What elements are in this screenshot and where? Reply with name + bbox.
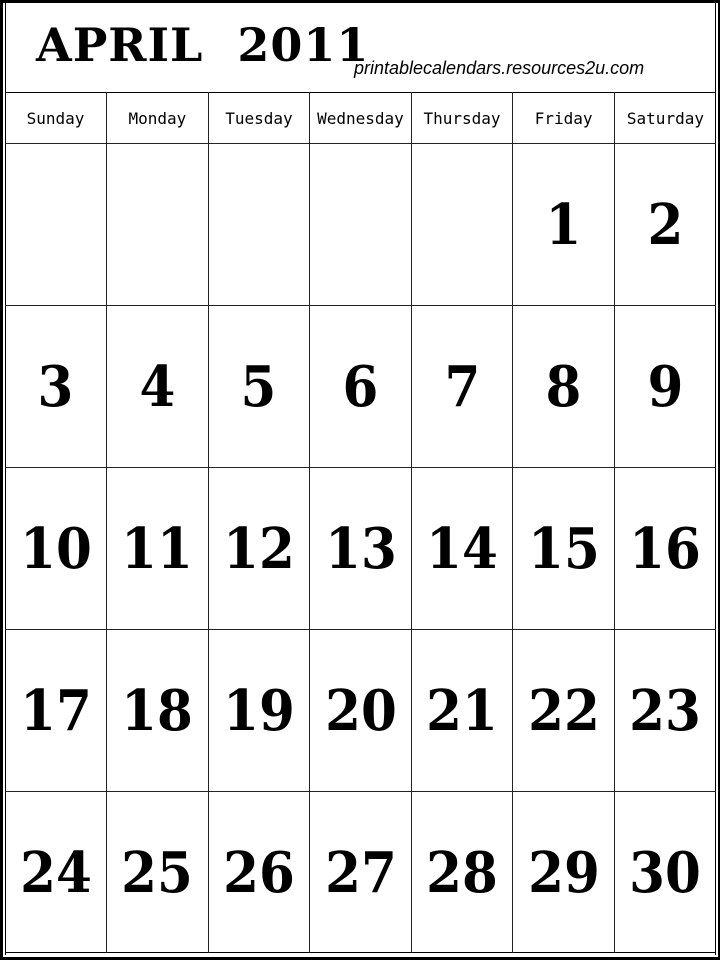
day-number: 1 — [545, 191, 582, 258]
calendar-title: APRIL 2011 — [36, 18, 370, 72]
day-number: 23 — [629, 677, 702, 744]
day-number: 26 — [223, 839, 295, 906]
day-cell — [106, 143, 209, 306]
day-number: 30 — [629, 839, 702, 906]
day-number: 19 — [223, 677, 295, 744]
weekday-header: Sunday — [5, 92, 108, 144]
day-number: 29 — [527, 839, 600, 906]
day-cell: 12 — [207, 467, 311, 630]
day-number: 20 — [324, 677, 397, 744]
day-number: 6 — [342, 353, 379, 420]
calendar-grid: Sunday Monday Tuesday Wednesday Thursday… — [5, 92, 716, 953]
day-number: 2 — [647, 191, 684, 258]
day-cell: 28 — [410, 791, 514, 953]
day-cell: 1 — [512, 143, 615, 306]
day-number: 12 — [223, 515, 295, 582]
calendar-weeks: 1 2 3 4 5 6 7 8 9 10 11 12 13 14 15 16 1… — [5, 143, 716, 953]
day-number: 7 — [444, 353, 480, 420]
week-row: 10 11 12 13 14 15 16 — [5, 467, 716, 630]
day-number: 15 — [527, 515, 600, 582]
day-cell: 2 — [613, 143, 716, 306]
day-number: 9 — [647, 353, 684, 420]
weekday-header: Thursday — [410, 92, 514, 144]
day-cell: 21 — [410, 629, 514, 792]
day-number: 11 — [121, 515, 194, 582]
day-number: 28 — [426, 839, 498, 906]
day-number: 21 — [426, 677, 498, 744]
day-cell: 20 — [309, 629, 412, 792]
day-cell: 10 — [5, 467, 108, 630]
day-number: 27 — [324, 839, 397, 906]
weekday-header: Saturday — [613, 92, 716, 144]
day-number: 3 — [37, 353, 74, 420]
day-number: 13 — [324, 515, 397, 582]
day-cell: 23 — [613, 629, 716, 792]
day-cell: 26 — [207, 791, 311, 953]
day-number: 22 — [527, 677, 600, 744]
day-cell: 9 — [613, 305, 716, 468]
day-number: 16 — [629, 515, 702, 582]
day-cell: 18 — [106, 629, 209, 792]
day-cell: 22 — [512, 629, 615, 792]
day-cell: 11 — [106, 467, 209, 630]
week-row: 24 25 26 27 28 29 30 — [5, 791, 716, 953]
day-cell: 25 — [106, 791, 209, 953]
day-cell — [309, 143, 412, 306]
day-cell: 29 — [512, 791, 615, 953]
frame-border-top — [0, 0, 720, 3]
day-cell: 8 — [512, 305, 615, 468]
weekday-header: Tuesday — [207, 92, 311, 144]
frame-border-left — [0, 0, 3, 960]
weekday-header-row: Sunday Monday Tuesday Wednesday Thursday… — [5, 92, 716, 144]
weekday-header: Wednesday — [309, 92, 412, 144]
website-credit: printablecalendars.resources2u.com — [354, 58, 645, 78]
day-cell: 15 — [512, 467, 615, 630]
calendar-page: APRIL 2011 printablecalendars.resources2… — [0, 0, 720, 960]
week-row: 3 4 5 6 7 8 9 — [5, 305, 716, 468]
day-number: 8 — [545, 353, 582, 420]
day-cell: 17 — [5, 629, 108, 792]
day-cell: 16 — [613, 467, 716, 630]
day-cell: 5 — [207, 305, 311, 468]
day-cell: 4 — [106, 305, 209, 468]
day-cell — [5, 143, 108, 306]
day-number: 25 — [121, 839, 194, 906]
day-cell: 7 — [410, 305, 514, 468]
day-number: 5 — [240, 353, 277, 420]
day-number: 24 — [19, 839, 92, 906]
day-number: 14 — [426, 515, 498, 582]
week-row: 17 18 19 20 21 22 23 — [5, 629, 716, 792]
day-cell: 19 — [207, 629, 311, 792]
weekday-header: Monday — [106, 92, 209, 144]
day-cell: 27 — [309, 791, 412, 953]
day-cell: 30 — [613, 791, 716, 953]
day-number: 10 — [19, 515, 92, 582]
day-cell: 6 — [309, 305, 412, 468]
day-number: 18 — [121, 677, 194, 744]
day-cell: 24 — [5, 791, 108, 953]
week-row: 1 2 — [5, 143, 716, 306]
day-cell — [207, 143, 311, 306]
day-cell: 3 — [5, 305, 108, 468]
day-cell: 13 — [309, 467, 412, 630]
day-number: 17 — [19, 677, 92, 744]
day-cell — [410, 143, 514, 306]
day-cell: 14 — [410, 467, 514, 630]
weekday-header: Friday — [512, 92, 615, 144]
day-number: 4 — [139, 353, 176, 420]
